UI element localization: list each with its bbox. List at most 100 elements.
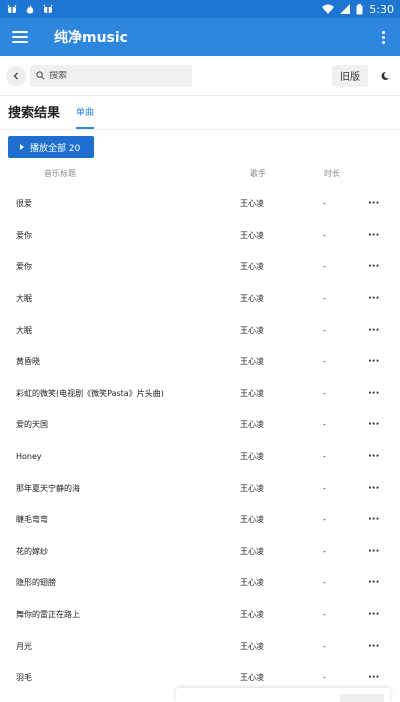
status-bar: 5:30 [0,0,400,18]
table-row[interactable]: 大眠 王心凌 - ··· [0,283,400,315]
header-artist: 歌手 [250,168,266,178]
play-all-button[interactable]: 播放全部 20 [8,136,94,158]
song-title: 羽毛 [16,673,32,683]
menu-icon[interactable] [12,31,28,43]
more-options-icon[interactable]: ··· [368,325,379,336]
search-row: 旧版 [0,56,400,96]
search-box[interactable] [30,64,192,87]
song-duration: - [323,294,326,304]
table-row[interactable]: 月光 王心凌 - ··· [0,630,400,662]
table-row[interactable]: 睫毛弯弯 王心凌 - ··· [0,504,400,536]
song-artist[interactable]: 王心凌 [240,514,323,525]
status-icons-left [6,4,54,15]
song-duration: - [323,641,326,651]
song-artist[interactable]: 王心凌 [240,577,323,588]
more-options-icon[interactable]: ··· [368,609,379,620]
more-options-icon[interactable]: ··· [368,293,379,304]
more-options-icon[interactable]: ··· [368,641,379,652]
signal-icon [340,4,351,14]
play-icon [20,144,24,150]
more-options-icon[interactable]: ··· [368,419,379,430]
song-artist[interactable]: 王心凌 [240,672,323,683]
header-title: 音乐标题 [44,168,76,178]
more-options-icon[interactable]: ··· [368,451,379,462]
table-row[interactable]: 黄昏晓 王心凌 - ··· [0,346,400,378]
table-row[interactable]: 大眠 王心凌 - ··· [0,314,400,346]
song-title: 爱的天国 [16,420,48,430]
song-title: 花的嫁纱 [16,546,48,556]
song-duration: - [323,388,326,398]
song-artist[interactable]: 王心凌 [240,451,323,462]
more-options-icon[interactable]: ··· [368,546,379,557]
song-artist[interactable]: 王心凌 [240,388,323,399]
dark-mode-toggle[interactable] [376,67,394,85]
song-artist[interactable]: 王心凌 [240,198,323,209]
song-artist[interactable]: 王心凌 [240,356,323,367]
old-version-button[interactable]: 旧版 [332,64,368,87]
bug-icon [7,4,17,13]
song-artist[interactable]: 王心凌 [240,483,323,494]
bug-icon [43,4,53,13]
status-time: 5:30 [369,2,394,16]
song-duration: - [323,515,326,525]
song-artist[interactable]: 王心凌 [240,609,323,620]
more-options-icon[interactable]: ··· [368,514,379,525]
song-artist[interactable]: 王心凌 [240,230,323,241]
table-row[interactable]: 爱的天国 王心凌 - ··· [0,409,400,441]
more-options-icon[interactable]: ··· [368,672,379,683]
more-options-icon[interactable]: ··· [368,198,379,209]
song-title: 那年夏天宁静的海 [16,483,80,493]
more-options-icon[interactable]: ··· [368,356,379,367]
song-artist[interactable]: 王心凌 [240,641,323,652]
song-duration: - [323,452,326,462]
song-duration: - [323,199,326,209]
more-options-icon[interactable]: ··· [368,388,379,399]
song-artist[interactable]: 王心凌 [240,546,323,557]
song-title: 很爱 [16,199,32,209]
app-bar: 纯净music [0,18,400,56]
song-duration: - [323,546,326,556]
song-title: 隐形的翅膀 [16,578,56,588]
more-options-icon[interactable]: ··· [368,483,379,494]
table-row[interactable]: 隐形的翅膀 王心凌 - ··· [0,567,400,599]
song-title: 大眠 [16,325,32,335]
table-row[interactable]: 很爱 王心凌 - ··· [0,188,400,220]
flame-icon [26,4,34,13]
song-title: 舞你的雷正在路上 [16,610,80,620]
table-header: 音乐标题 歌手 时长 [0,158,400,188]
song-title: 黄昏晓 [16,357,40,367]
overflow-menu-icon[interactable] [378,30,388,44]
song-title: 爱你 [16,262,32,272]
song-artist[interactable]: 王心凌 [240,261,323,272]
page-title: 搜索结果 [8,106,61,121]
song-duration: - [323,483,326,493]
song-title: 彩虹的微笑(电视剧《微笑Pasta》片头曲) [16,388,164,398]
song-duration: - [323,578,326,588]
back-button[interactable] [6,65,26,86]
results-header: 搜索结果 单曲 [0,96,400,130]
table-row[interactable]: 爱你 王心凌 - ··· [0,251,400,283]
table-row[interactable]: 舞你的雷正在路上 王心凌 - ··· [0,599,400,631]
song-duration: - [323,673,326,683]
song-title: 月光 [16,641,32,651]
song-artist[interactable]: 王心凌 [240,325,323,336]
song-duration: - [323,230,326,240]
table-row[interactable]: 那年夏天宁静的海 王心凌 - ··· [0,472,400,504]
song-duration: - [323,610,326,620]
table-row[interactable]: 爱你 王心凌 - ··· [0,220,400,252]
song-duration: - [323,262,326,272]
search-input[interactable] [49,70,179,81]
song-duration: - [323,357,326,367]
song-artist[interactable]: 王心凌 [240,419,323,430]
more-options-icon[interactable]: ··· [368,230,379,241]
table-row[interactable]: 花的嫁纱 王心凌 - ··· [0,536,400,568]
table-row[interactable]: 彩虹的微笑(电视剧《微笑Pasta》片头曲) 王心凌 - ··· [0,378,400,410]
song-list: 很爱 王心凌 - ··· 爱你 王心凌 - ··· 爱你 王心凌 - ··· 大眠 王心凌 - ··· 大眠 王心… [0,188,400,694]
song-duration: - [323,420,326,430]
table-row[interactable]: Honey 王心凌 - ··· [0,441,400,473]
more-options-icon[interactable]: ··· [368,577,379,588]
more-options-icon[interactable]: ··· [368,261,379,272]
moon-icon [381,71,389,80]
song-artist[interactable]: 王心凌 [240,293,323,304]
tab-single-songs[interactable]: 单曲 [76,105,95,129]
